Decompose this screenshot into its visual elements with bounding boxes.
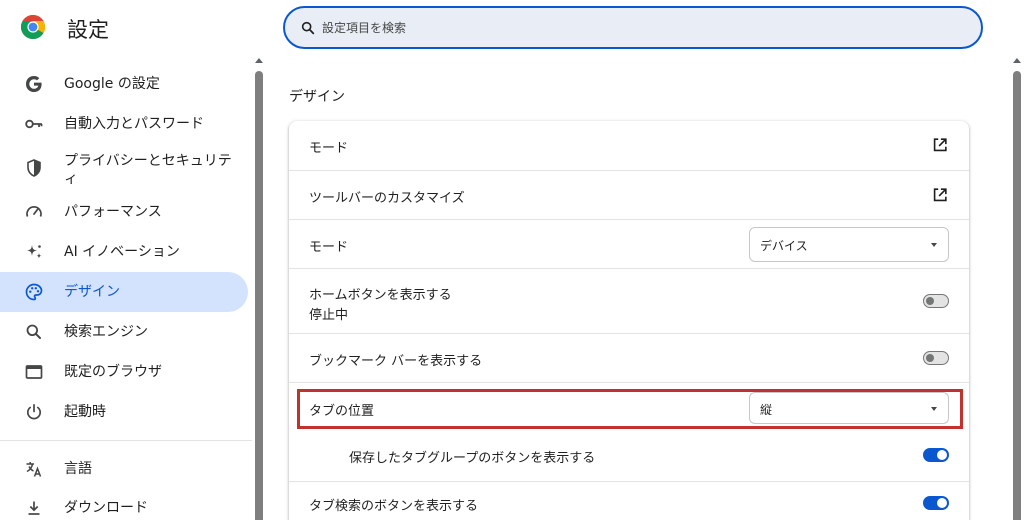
row-label: ホームボタンを表示する <box>309 288 452 303</box>
sidebar-item-languages[interactable]: 言語 <box>0 449 248 489</box>
row-label: 保存したタブグループのボタンを表示する <box>349 451 596 466</box>
sidebar-item-privacy[interactable]: プライバシーとセキュリティ <box>0 144 248 192</box>
sidebar-item-on-startup[interactable]: 起動時 <box>0 392 248 432</box>
highlight-box <box>297 389 963 429</box>
row-sublabel: 停止中 <box>309 308 349 323</box>
row-label: モード <box>309 141 349 156</box>
speedometer-icon <box>26 206 42 217</box>
saved-tab-groups-toggle[interactable] <box>923 448 949 462</box>
toggle-knob <box>937 450 947 460</box>
settings-row[interactable]: ホームボタンを表示する 停止中 <box>289 268 969 333</box>
search-bar[interactable] <box>283 6 983 49</box>
key-icon <box>25 119 43 129</box>
section-title: デザイン <box>289 89 345 105</box>
google-g-icon <box>26 76 42 92</box>
scroll-up-arrow-icon[interactable] <box>1013 58 1021 63</box>
main-scrollbar[interactable] <box>1012 58 1022 520</box>
sidebar-item-label: パフォーマンス <box>64 204 162 220</box>
scroll-up-arrow-icon[interactable] <box>255 58 263 63</box>
mode-select[interactable]: デバイス <box>749 227 949 262</box>
dropdown-arrow-icon <box>931 243 937 247</box>
toggle-knob <box>926 354 934 362</box>
sidebar: Google の設定 自動入力とパスワード プライバシーとセキュリティ パフォー… <box>0 64 252 520</box>
sparkle-icon <box>27 245 42 259</box>
search-input[interactable] <box>322 20 981 35</box>
settings-row[interactable]: ツールバーのカスタマイズ <box>289 170 969 219</box>
home-button-toggle[interactable] <box>923 294 949 308</box>
external-link-icon[interactable] <box>931 186 949 204</box>
sidebar-item-ai-innovation[interactable]: AI イノベーション <box>0 232 248 272</box>
toggle-knob <box>926 297 934 305</box>
sidebar-item-appearance[interactable]: デザイン <box>0 272 248 312</box>
bookmarks-bar-toggle[interactable] <box>923 351 949 365</box>
sidebar-scrollbar[interactable] <box>254 58 264 520</box>
settings-row[interactable]: モード <box>289 121 969 170</box>
appearance-settings-card: モード ツールバーのカスタマイズ モード デバイス ホームボタンを表示する 停止… <box>289 121 969 520</box>
search-icon <box>26 324 41 339</box>
sidebar-item-label: 自動入力とパスワード <box>64 116 204 132</box>
tab-search-toggle[interactable] <box>923 496 949 510</box>
power-icon <box>26 403 42 420</box>
sidebar-item-label: Google の設定 <box>64 76 160 92</box>
row-label: ツールバーのカスタマイズ <box>309 191 465 206</box>
sidebar-item-label: 既定のブラウザ <box>64 364 162 380</box>
sidebar-item-autofill[interactable]: 自動入力とパスワード <box>0 104 248 144</box>
page-title: 設定 <box>67 18 109 42</box>
settings-row[interactable]: ブックマーク バーを表示する <box>289 333 969 382</box>
sidebar-item-search-engine[interactable]: 検索エンジン <box>0 312 248 352</box>
sidebar-item-label: 検索エンジン <box>64 324 148 340</box>
sidebar-item-downloads[interactable]: ダウンロード <box>0 488 248 520</box>
shield-icon <box>27 159 41 177</box>
row-label: ブックマーク バーを表示する <box>309 354 483 369</box>
sidebar-item-google-settings[interactable]: Google の設定 <box>0 64 248 104</box>
scrollbar-thumb[interactable] <box>1013 71 1021 520</box>
sidebar-item-default-browser[interactable]: 既定のブラウザ <box>0 352 248 392</box>
row-label: モード <box>309 240 349 255</box>
download-icon <box>28 501 40 515</box>
external-link-icon[interactable] <box>931 136 949 154</box>
sidebar-item-label: 起動時 <box>64 404 106 420</box>
scrollbar-thumb[interactable] <box>255 71 263 520</box>
sidebar-item-label: ダウンロード <box>64 500 148 516</box>
translate-icon <box>26 462 42 477</box>
row-label: タブ検索のボタンを表示する <box>309 499 479 514</box>
settings-row[interactable]: タブ検索のボタンを表示する <box>289 481 969 520</box>
sidebar-item-label: プライバシーとセキュリティ <box>64 153 232 187</box>
settings-row[interactable]: 保存したタブグループのボタンを表示する <box>289 432 969 481</box>
toggle-knob <box>937 498 947 508</box>
select-value: デバイス <box>760 239 808 253</box>
palette-icon <box>25 283 43 301</box>
chrome-logo-icon <box>21 15 45 39</box>
search-icon <box>301 21 315 34</box>
sidebar-item-label: AI イノベーション <box>64 244 180 260</box>
browser-window-icon <box>25 365 43 379</box>
sidebar-item-performance[interactable]: パフォーマンス <box>0 192 248 232</box>
sidebar-item-label: 言語 <box>64 461 92 477</box>
sidebar-divider <box>0 440 252 441</box>
settings-row: モード デバイス <box>289 219 969 268</box>
sidebar-item-label: デザイン <box>64 284 120 300</box>
